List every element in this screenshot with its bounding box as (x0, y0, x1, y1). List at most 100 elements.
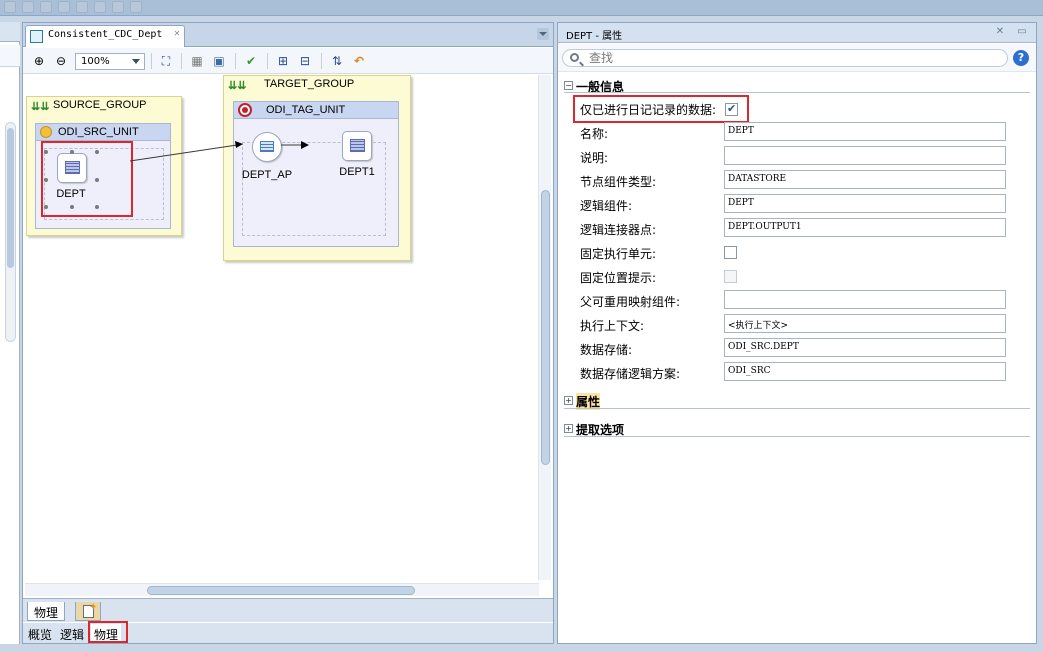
editor-tab-bar: Consistent_CDC_Dept ✕ (23, 23, 553, 47)
fixed-execution-unit-checkbox[interactable] (724, 246, 737, 259)
toolbar-separator (321, 53, 322, 69)
prop-field-datastore[interactable]: ODI_SRC.DEPT (724, 338, 1006, 357)
close-icon[interactable]: ✕ (994, 26, 1006, 38)
toolbar-button[interactable] (4, 1, 16, 13)
prop-label-logical-component: 逻辑组件: (580, 199, 633, 213)
grid-icon[interactable]: ▦ (189, 53, 205, 69)
properties-search-input[interactable]: 查找 (562, 49, 1008, 67)
scrollbar-thumb[interactable] (541, 190, 550, 465)
section-divider (564, 408, 1030, 409)
source-unit-title: ODI_SRC_UNIT (36, 124, 170, 141)
add-physical-design-icon[interactable]: ✦ (75, 602, 101, 621)
prop-field-logical-connector[interactable]: DEPT.OUTPUT1 (724, 218, 1006, 237)
tab-list-dropdown-icon[interactable] (537, 28, 549, 40)
physical-design-tabs: 物理 ✦ (23, 598, 553, 622)
prop-field-datastore-logical-schema[interactable]: ODI_SRC (724, 362, 1006, 381)
collapse-all-icon[interactable]: ⊟ (297, 53, 313, 69)
tab-overview[interactable]: 概览 (25, 624, 55, 642)
main-toolbar (0, 0, 1043, 16)
navigator-dropdown[interactable] (0, 45, 20, 67)
prop-label-description: 说明: (580, 151, 609, 165)
properties-search-row: 查找 ? (558, 44, 1036, 72)
expand-all-icon[interactable]: ⊞ (275, 53, 291, 69)
validate-check-icon[interactable]: ✔ (243, 53, 259, 69)
access-point-node-dept-ap[interactable] (252, 132, 282, 162)
help-icon[interactable]: ? (1013, 50, 1029, 66)
tab-consistent-cdc-dept[interactable]: Consistent_CDC_Dept ✕ (25, 25, 185, 47)
toolbar-button[interactable] (112, 1, 124, 13)
prop-label-execution-context: 执行上下文: (580, 319, 645, 333)
target-group-label: TARGET_GROUP (264, 78, 355, 90)
toolbar-separator (235, 53, 236, 69)
properties-header: DEPT - 属性 ✕ ▭ (558, 23, 1036, 43)
fit-to-window-icon[interactable]: ⛶ (158, 53, 174, 69)
search-icon (570, 53, 579, 62)
source-group-title: ⇊⇊ SOURCE_GROUP (27, 97, 181, 115)
search-placeholder: 查找 (589, 51, 614, 65)
target-group-title: ⇊⇊ TARGET_GROUP (224, 76, 410, 94)
highlight-box (88, 621, 128, 643)
reorganize-icon[interactable]: ⇅ (329, 53, 345, 69)
properties-title: DEPT - 属性 (566, 31, 623, 42)
target-unit-icon (238, 103, 252, 117)
canvas-vertical-scrollbar[interactable] (538, 75, 551, 580)
navigator-tab[interactable] (0, 22, 20, 42)
prop-label-name: 名称: (580, 127, 609, 141)
toolbar-button[interactable] (22, 1, 34, 13)
tab-physical-design[interactable]: 物理 (27, 602, 66, 621)
expand-icon[interactable]: + (564, 424, 573, 433)
prop-field-parent-reusable-mapping[interactable] (724, 290, 1006, 309)
zoom-out-icon[interactable]: ⊖ (53, 53, 69, 69)
target-unit-title: ODI_TAG_UNIT (234, 102, 398, 119)
target-unit-label: ODI_TAG_UNIT (266, 104, 346, 116)
zoom-level-select[interactable]: 100% (75, 53, 145, 70)
execution-group-icon: ⇊⇊ (228, 80, 247, 92)
prop-field-node-type[interactable]: DATASTORE (724, 170, 1006, 189)
toolbar-button[interactable] (94, 1, 106, 13)
fixed-location-hint-checkbox (724, 270, 737, 283)
prop-label-logical-connector: 逻辑连接器点: (580, 223, 657, 237)
source-unit-label: ODI_SRC_UNIT (58, 126, 139, 138)
node-label-dept-ap: DEPT_AP (241, 169, 293, 181)
collapse-icon[interactable]: − (564, 81, 573, 90)
prop-field-description[interactable] (724, 146, 1006, 165)
prop-field-name[interactable]: DEPT (724, 122, 1006, 141)
properties-panel: DEPT - 属性 ✕ ▭ 查找 ? − 一般信息 仅已进行日记记录的数据: 名… (557, 22, 1037, 644)
execution-group-icon: ⇊⇊ (31, 101, 50, 113)
prop-label-node-type: 节点组件类型: (580, 175, 657, 189)
minimize-icon[interactable]: ▭ (1016, 26, 1028, 38)
target-group[interactable]: ⇊⇊ TARGET_GROUP ODI_TAG_UNIT (223, 75, 411, 261)
expand-icon[interactable]: + (564, 396, 573, 405)
diagram-canvas[interactable]: ⇊⇊ SOURCE_GROUP ODI_SRC_UNIT DEPT ⇊⇊ TAR… (23, 75, 539, 597)
prop-label-datastore-logical-schema: 数据存储逻辑方案: (580, 367, 681, 381)
access-point-icon (260, 141, 274, 152)
section-divider (564, 92, 1030, 93)
toolbar-separator (151, 53, 152, 69)
canvas-horizontal-scrollbar[interactable] (25, 583, 539, 596)
mapping-icon (30, 30, 43, 43)
prop-label-parent-reusable-mapping: 父可重用映射组件: (580, 295, 681, 309)
scrollbar-thumb[interactable] (7, 128, 14, 268)
toolbar-button[interactable] (58, 1, 70, 13)
prop-label-fixed-execution-unit: 固定执行单元: (580, 247, 657, 261)
toolbar-button[interactable] (130, 1, 142, 13)
close-icon[interactable]: ✕ (174, 28, 180, 39)
datastore-node-dept1[interactable] (342, 131, 372, 161)
source-group-label: SOURCE_GROUP (53, 99, 147, 111)
prop-field-logical-component[interactable]: DEPT (724, 194, 1006, 213)
left-navigator-panel (0, 22, 20, 644)
scrollbar-thumb[interactable] (147, 586, 415, 595)
toolbar-button[interactable] (76, 1, 88, 13)
toolbar-separator (267, 53, 268, 69)
toolbar-button[interactable] (40, 1, 52, 13)
editor-view-tabs: 概览 逻辑 物理 (23, 621, 553, 643)
highlight-box (41, 141, 133, 217)
prop-label-fixed-location-hint: 固定位置提示: (580, 271, 657, 285)
layout-icon[interactable]: ▣ (211, 53, 227, 69)
zoom-in-icon[interactable]: ⊕ (31, 53, 47, 69)
undo-icon[interactable]: ↶ (351, 53, 367, 69)
prop-field-execution-context[interactable]: <执行上下文> (724, 314, 1006, 333)
tab-logical[interactable]: 逻辑 (57, 624, 87, 642)
navigator-scrollbar[interactable] (5, 122, 16, 342)
diagram-toolbar: ⊕ ⊖ 100% ⛶ ▦ ▣ ✔ ⊞ ⊟ ⇅ ↶ (23, 48, 553, 74)
